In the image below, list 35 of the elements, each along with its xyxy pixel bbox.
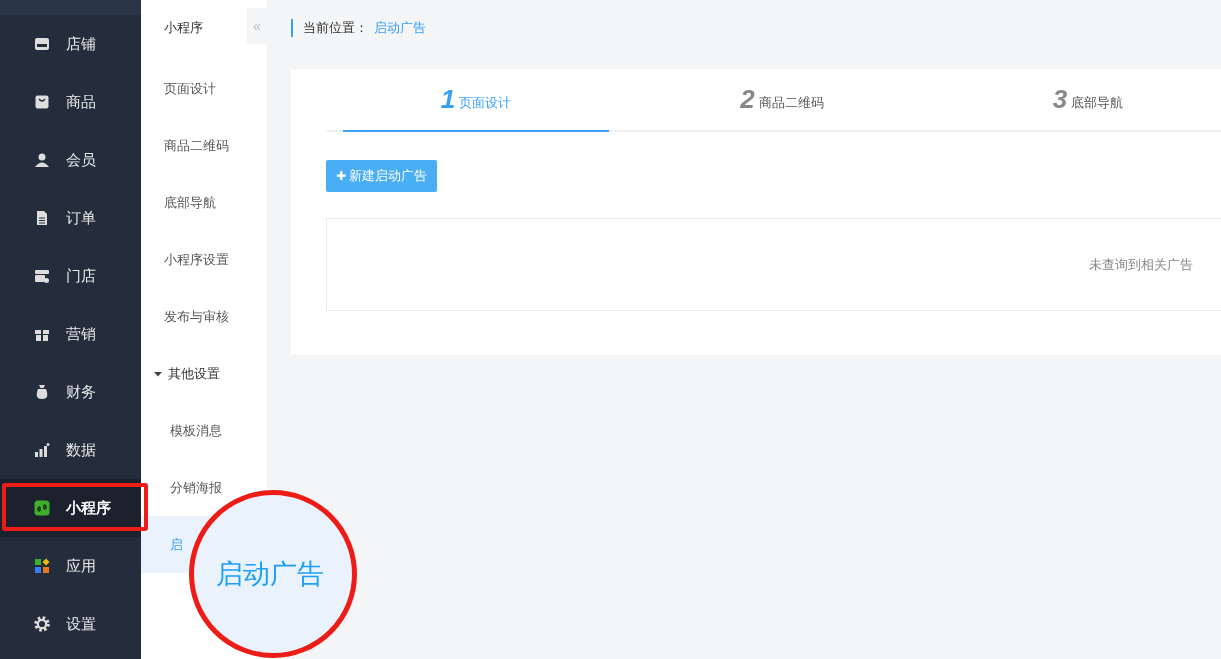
sidebar-item[interactable]: 营销 bbox=[0, 305, 141, 363]
breadcrumb-label: 当前位置： bbox=[303, 19, 368, 37]
subnav-item[interactable]: 小程序设置 bbox=[141, 231, 267, 288]
empty-message: 未查询到相关广告 bbox=[1089, 255, 1193, 274]
step-tab[interactable]: 2 商品二维码 bbox=[649, 69, 915, 130]
money-bag-icon bbox=[34, 384, 50, 400]
sidebar-item[interactable]: 设置 bbox=[0, 595, 141, 653]
sidebar-item[interactable]: 会员 bbox=[0, 131, 141, 189]
sidebar-item[interactable]: 应用 bbox=[0, 537, 141, 595]
step-tab[interactable]: 3 底部导航 bbox=[955, 69, 1221, 130]
person-icon bbox=[34, 152, 50, 168]
sidebar-item[interactable]: 门店 bbox=[0, 247, 141, 305]
subnav-item[interactable]: 模板消息 bbox=[141, 402, 267, 459]
sidebar-item[interactable]: 数据 bbox=[0, 421, 141, 479]
link-icon bbox=[34, 500, 50, 516]
shop-icon bbox=[34, 268, 50, 284]
group-label: 其他设置 bbox=[168, 364, 220, 383]
section-title: 小程序 bbox=[164, 19, 203, 37]
sidebar-item[interactable]: 商品 bbox=[0, 73, 141, 131]
apps-icon bbox=[34, 558, 50, 574]
subnav-item[interactable]: 页面设计 bbox=[141, 60, 267, 117]
sidebar-item[interactable]: 财务 bbox=[0, 363, 141, 421]
subnav-group[interactable]: 其他设置 bbox=[141, 345, 267, 402]
caret-icon bbox=[154, 369, 162, 378]
bag-icon bbox=[34, 94, 50, 110]
settings-icon bbox=[34, 616, 50, 632]
magnified-label: 启动广告 bbox=[216, 557, 324, 591]
bar-chart-icon bbox=[34, 442, 50, 458]
subnav-item[interactable]: 底部导航 bbox=[141, 174, 267, 231]
subnav-item[interactable]: 发布与审核 bbox=[141, 288, 267, 345]
sidebar-item[interactable]: 店铺 bbox=[0, 15, 141, 73]
document-icon bbox=[34, 210, 50, 226]
store-icon bbox=[34, 36, 50, 52]
subnav-item[interactable]: 商品二维码 bbox=[141, 117, 267, 174]
sidebar-item[interactable]: 订单 bbox=[0, 189, 141, 247]
